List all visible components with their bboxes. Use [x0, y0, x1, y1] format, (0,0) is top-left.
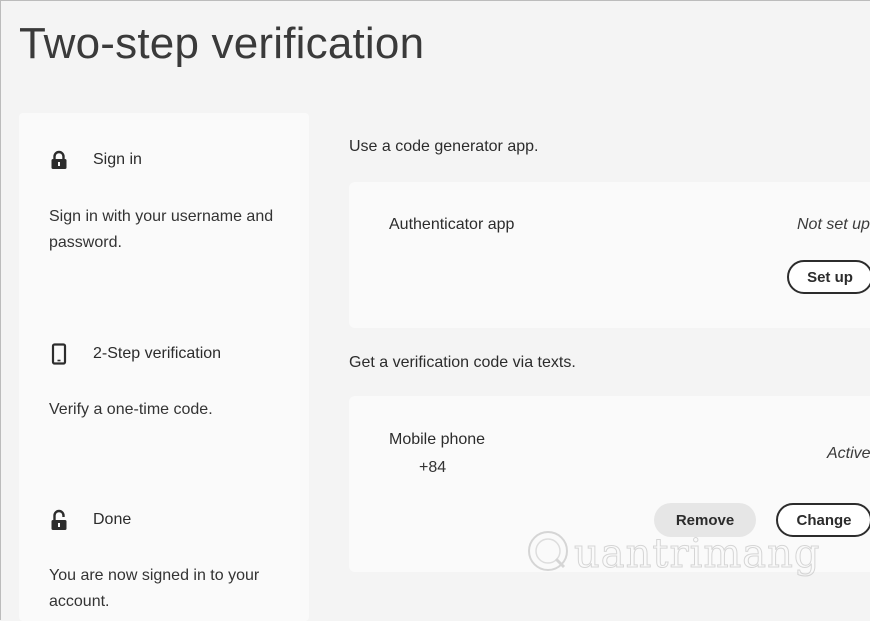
set-up-button[interactable]: Set up [787, 260, 870, 294]
unlock-icon [49, 509, 69, 531]
step-description: Sign in with your username and password. [49, 208, 274, 251]
authenticator-status: Not set up [797, 216, 870, 233]
phone-number: +84 [419, 459, 447, 476]
step-label: Sign in [93, 151, 142, 168]
step-label: Done [93, 511, 132, 528]
page-title: Two-step verification [19, 19, 425, 68]
step-2-step-verification: 2-Step verification [49, 343, 221, 365]
lock-icon [49, 149, 69, 171]
watermark: uantrimang [526, 529, 821, 578]
watermark-logo-icon [526, 529, 570, 578]
authenticator-title: Authenticator app [389, 216, 515, 233]
mobile-phone-status: Active [827, 445, 870, 462]
watermark-text: uantrimang [574, 530, 821, 577]
phone-icon [49, 343, 69, 365]
authenticator-section-label: Use a code generator app. [349, 138, 539, 155]
steps-sidebar: Sign in Sign in with your username and p… [19, 113, 309, 621]
step-description: You are now signed in to your account. [49, 567, 260, 610]
step-sign-in: Sign in [49, 149, 142, 171]
step-done: Done [49, 509, 131, 531]
authenticator-card: Authenticator app Not set up Set up [349, 182, 870, 328]
mobile-phone-title: Mobile phone [389, 431, 486, 448]
sms-section-label: Get a verification code via texts. [349, 354, 576, 371]
step-label: 2-Step verification [93, 345, 222, 362]
step-description: Verify a one-time code. [49, 401, 213, 418]
